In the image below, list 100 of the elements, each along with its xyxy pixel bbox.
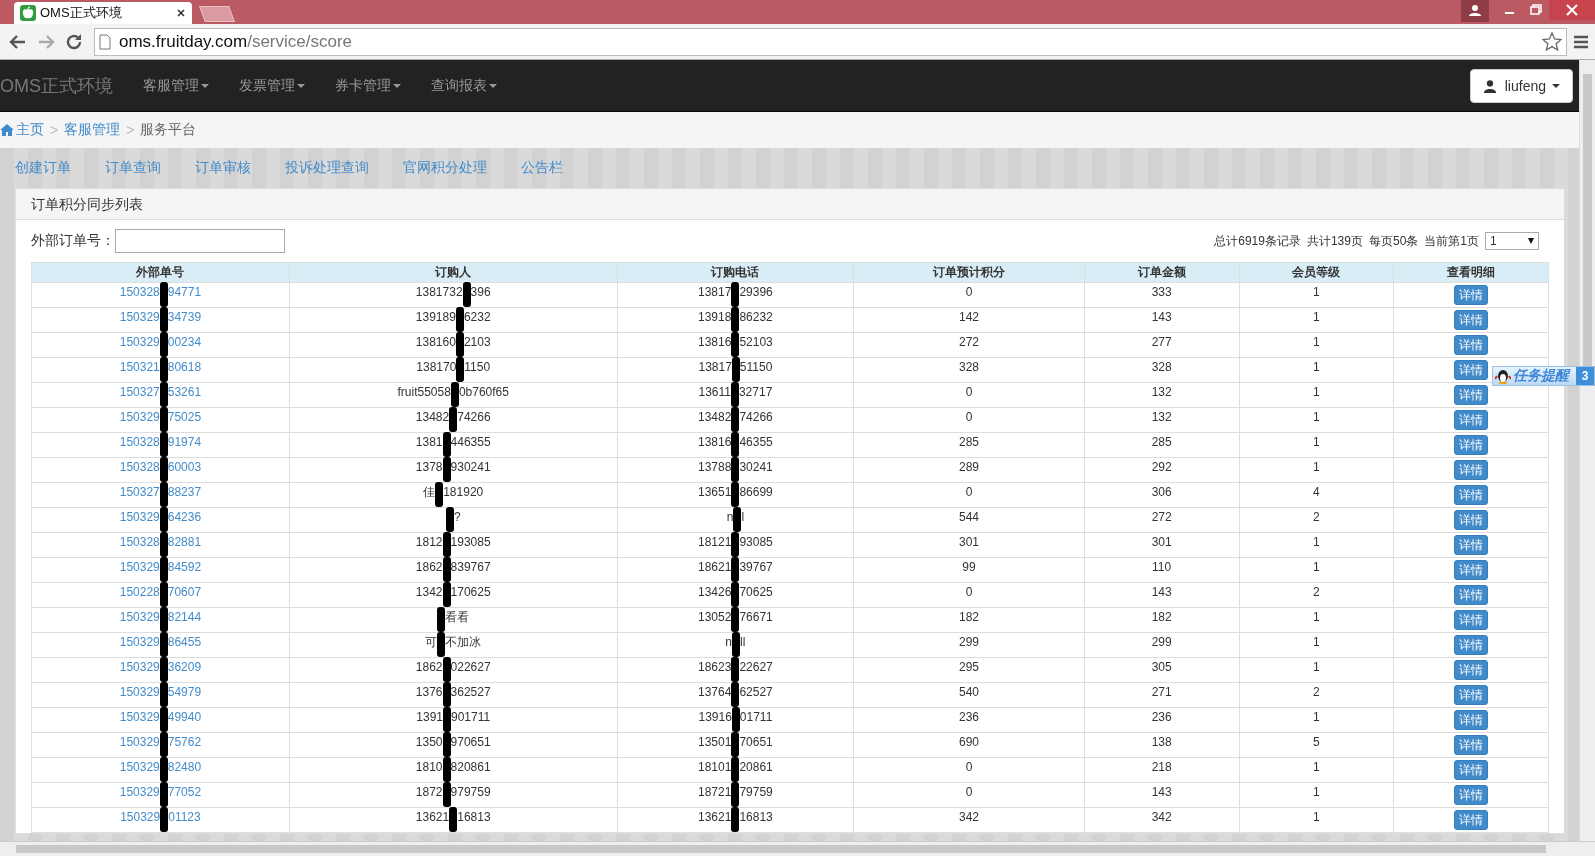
order-link[interactable]: 34739 xyxy=(167,310,202,324)
order-link[interactable]: 150329 xyxy=(119,710,160,724)
browser-tab[interactable]: OMS正式环境 xyxy=(14,2,192,24)
order-link[interactable]: 150329 xyxy=(119,735,160,749)
star-icon[interactable] xyxy=(1542,31,1562,52)
nav-link[interactable]: 公告栏 xyxy=(521,159,563,177)
order-link[interactable]: 86455 xyxy=(167,635,202,649)
details-button[interactable]: 详情 xyxy=(1454,635,1489,655)
order-link[interactable]: 150329 xyxy=(119,760,160,774)
details-button[interactable]: 详情 xyxy=(1454,285,1489,305)
details-button[interactable]: 详情 xyxy=(1454,785,1489,805)
scrollbar[interactable] xyxy=(1579,60,1595,841)
order-link[interactable]: 82144 xyxy=(167,610,202,624)
details-button[interactable]: 详情 xyxy=(1454,660,1489,680)
table-cell: 839767 xyxy=(450,560,491,574)
order-link[interactable]: 94771 xyxy=(167,285,202,299)
home-icon[interactable] xyxy=(0,123,14,137)
task-reminder[interactable]: 任务提醒 3 xyxy=(1492,366,1595,386)
order-link[interactable]: 150228 xyxy=(119,585,160,599)
scrollbar[interactable] xyxy=(0,841,1595,856)
order-link[interactable]: 150327 xyxy=(119,385,160,399)
order-link[interactable]: 150329 xyxy=(119,660,160,674)
person-icon[interactable] xyxy=(1461,0,1489,22)
details-button[interactable]: 详情 xyxy=(1454,510,1489,530)
order-link[interactable]: 60003 xyxy=(167,460,202,474)
order-link[interactable]: 77052 xyxy=(167,785,202,799)
order-link[interactable]: 80618 xyxy=(167,360,202,374)
order-link[interactable]: 75025 xyxy=(167,410,202,424)
nav-menu[interactable]: 发票管理 xyxy=(239,76,305,95)
user-button[interactable]: liufeng xyxy=(1469,68,1573,103)
nav-menu[interactable]: 券卡管理 xyxy=(335,76,401,95)
details-button[interactable]: 详情 xyxy=(1454,335,1489,355)
details-button[interactable]: 详情 xyxy=(1454,760,1489,780)
order-link[interactable]: 150329 xyxy=(119,335,160,349)
order-link[interactable]: 150329 xyxy=(120,810,161,824)
nav-menu[interactable]: 查询报表 xyxy=(431,76,497,95)
menu-icon[interactable] xyxy=(1573,33,1589,50)
order-link[interactable]: 150328 xyxy=(119,460,160,474)
details-button[interactable]: 详情 xyxy=(1454,460,1489,480)
details-button[interactable]: 详情 xyxy=(1454,360,1489,380)
details-button[interactable]: 详情 xyxy=(1454,385,1489,405)
caret-icon xyxy=(297,83,305,88)
nav-link[interactable]: 创建订单 xyxy=(15,159,71,177)
table-cell: 138160 xyxy=(415,335,456,349)
order-link[interactable]: 88237 xyxy=(167,485,202,499)
order-link[interactable]: 150328 xyxy=(119,535,160,549)
redaction-mark xyxy=(159,307,168,332)
table-cell: 13817 xyxy=(698,285,732,299)
details-button[interactable]: 详情 xyxy=(1454,310,1489,330)
order-link[interactable]: 150321 xyxy=(119,360,160,374)
order-link[interactable]: 150329 xyxy=(119,310,160,324)
order-link[interactable]: 150329 xyxy=(119,510,160,524)
details-button[interactable]: 详情 xyxy=(1454,610,1489,630)
order-link[interactable]: 150329 xyxy=(119,610,160,624)
nav-menu[interactable]: 客服管理 xyxy=(143,76,209,95)
order-link[interactable]: 150329 xyxy=(119,410,160,424)
order-link[interactable]: 64236 xyxy=(167,510,202,524)
new-tab-button[interactable] xyxy=(199,6,235,22)
brand-title[interactable]: OMS正式环境 xyxy=(0,73,113,98)
order-link[interactable]: 54979 xyxy=(167,685,202,699)
table-cell: 299 xyxy=(958,635,979,649)
order-link[interactable]: 49940 xyxy=(167,710,202,724)
details-button[interactable]: 详情 xyxy=(1454,810,1489,830)
order-link[interactable]: 53261 xyxy=(167,385,202,399)
nav-link[interactable]: 官网积分处理 xyxy=(403,159,487,177)
details-button[interactable]: 详情 xyxy=(1454,535,1489,555)
order-link[interactable]: 82881 xyxy=(167,535,202,549)
table-cell: 39767 xyxy=(739,560,773,574)
nav-link[interactable]: 投诉处理查询 xyxy=(285,159,369,177)
order-link[interactable]: 150329 xyxy=(119,560,160,574)
order-link[interactable]: 36209 xyxy=(167,660,202,674)
details-button[interactable]: 详情 xyxy=(1454,435,1489,455)
order-link[interactable]: 150329 xyxy=(119,685,160,699)
order-link[interactable]: 150329 xyxy=(119,785,160,799)
details-button[interactable]: 详情 xyxy=(1454,685,1489,705)
order-link[interactable]: 91974 xyxy=(167,435,202,449)
details-button[interactable]: 详情 xyxy=(1454,585,1489,605)
breadcrumb-link[interactable]: 客服管理 xyxy=(64,121,121,139)
order-link[interactable]: 01123 xyxy=(168,810,201,824)
close-icon[interactable] xyxy=(176,8,186,18)
nav-link[interactable]: 订单审核 xyxy=(195,159,251,177)
order-link[interactable]: 150328 xyxy=(119,435,160,449)
order-number-field[interactable] xyxy=(115,229,285,253)
address-bar[interactable]: oms.fruitday.com/service/score xyxy=(94,27,1567,56)
order-link[interactable]: 00234 xyxy=(167,335,202,349)
order-link[interactable]: 150328 xyxy=(119,285,160,299)
order-link[interactable]: 75762 xyxy=(167,735,202,749)
order-link[interactable]: 150329 xyxy=(119,635,160,649)
order-link[interactable]: 150327 xyxy=(119,485,160,499)
details-button[interactable]: 详情 xyxy=(1454,735,1489,755)
order-link[interactable]: 70607 xyxy=(167,585,202,599)
details-button[interactable]: 详情 xyxy=(1454,710,1489,730)
details-button[interactable]: 详情 xyxy=(1454,560,1489,580)
order-link[interactable]: 84592 xyxy=(167,560,202,574)
details-button[interactable]: 详情 xyxy=(1454,485,1489,505)
order-link[interactable]: 82480 xyxy=(167,760,202,774)
details-button[interactable]: 详情 xyxy=(1454,410,1489,430)
nav-link[interactable]: 订单查询 xyxy=(105,159,161,177)
breadcrumb-link[interactable]: 主页 xyxy=(16,121,44,139)
page-select[interactable]: 1 xyxy=(1485,232,1539,250)
